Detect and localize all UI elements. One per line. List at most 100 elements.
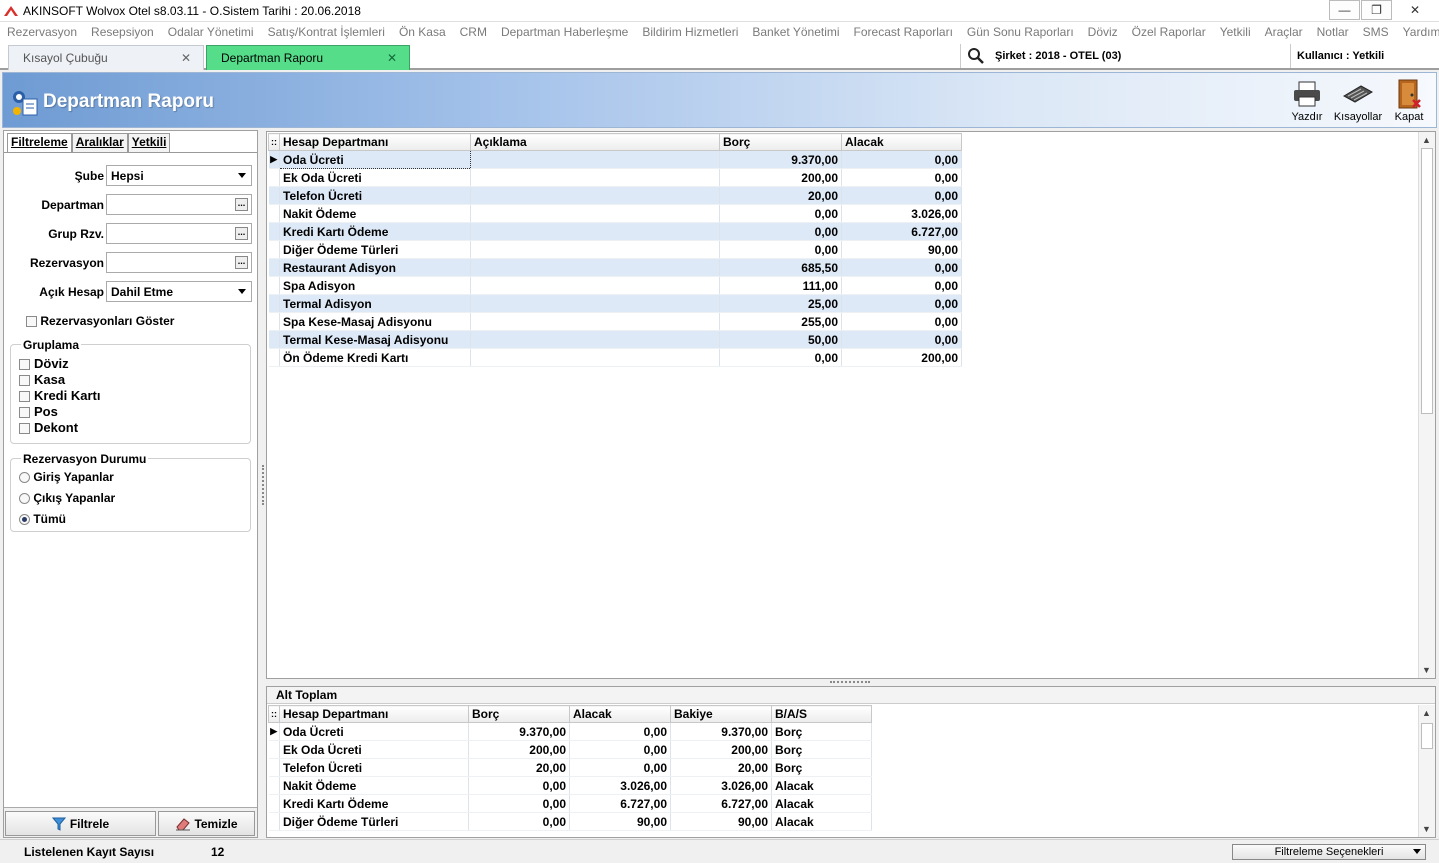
table-cell[interactable]: Borç [771,758,872,777]
table-cell[interactable]: 0,00 [569,740,671,759]
checkbox-box[interactable] [26,316,37,328]
menu-item[interactable]: Araçlar [1265,25,1303,39]
scrollbar-thumb[interactable] [1421,723,1433,749]
close-report-button[interactable]: Kapat [1385,77,1433,127]
table-cell[interactable] [470,204,720,223]
close-window-button[interactable]: ✕ [1393,0,1437,20]
table-cell[interactable] [470,168,720,187]
table-cell[interactable] [470,348,720,367]
table-cell[interactable]: 20,00 [468,758,570,777]
departman-input[interactable]: ... [106,194,252,215]
table-cell[interactable]: 0,00 [841,186,962,205]
table-cell[interactable]: 0,00 [719,240,842,259]
menu-item[interactable]: Forecast Raporları [854,25,953,39]
menu-item[interactable]: SMS [1363,25,1389,39]
table-cell[interactable]: 90,00 [841,240,962,259]
close-tab-icon[interactable]: ✕ [387,51,397,65]
column-header[interactable]: Alacak [841,133,962,151]
menu-item[interactable]: Özel Raporlar [1132,25,1206,39]
table-row[interactable]: Spa Adisyon 111,00 0,00 [268,276,962,295]
table-row[interactable]: Termal Kese-Masaj Adisyonu 50,00 0,00 [268,330,962,349]
menu-item[interactable]: Banket Yönetimi [752,25,839,39]
tab-araliklar[interactable]: Aralıklar [71,133,128,152]
table-cell[interactable]: 0,00 [719,348,842,367]
table-cell[interactable]: 111,00 [719,276,842,295]
menu-item[interactable]: Gün Sonu Raporları [967,25,1074,39]
table-cell[interactable]: 6.727,00 [569,794,671,813]
acik-hesap-select[interactable]: Dahil Etme [106,281,252,302]
column-header[interactable]: Borç [719,133,842,151]
menu-item[interactable]: Yetkili [1220,25,1251,39]
column-header[interactable]: Borç [468,705,570,723]
scroll-down-icon[interactable]: ▼ [1422,824,1431,834]
grid-corner[interactable]: :: [268,705,280,723]
ellipsis-icon[interactable]: ... [235,198,248,211]
table-cell[interactable]: 0,00 [841,168,962,187]
grouping-doviz[interactable]: Döviz [19,356,69,371]
table-cell[interactable]: 9.370,00 [719,150,842,169]
table-cell[interactable]: Oda Ücreti [279,150,471,169]
radio-button[interactable] [19,472,30,484]
table-row[interactable]: Telefon Ücreti 20,00 0,00 [268,186,962,205]
maximize-button[interactable]: ❐ [1361,0,1392,20]
tab-departman-raporu[interactable]: Departman Raporu ✕ [206,45,410,70]
table-cell[interactable]: 200,00 [670,740,772,759]
table-cell[interactable]: 9.370,00 [670,722,772,741]
table-cell[interactable]: 685,50 [719,258,842,277]
menu-item[interactable]: Rezervasyon [7,25,77,39]
table-cell[interactable]: Diğer Ödeme Türleri [279,240,471,259]
table-cell[interactable]: Alacak [771,812,872,831]
table-cell[interactable]: 0,00 [841,294,962,313]
menu-item[interactable]: CRM [460,25,487,39]
sube-select[interactable]: Hepsi [106,165,252,186]
table-cell[interactable]: 200,00 [841,348,962,367]
table-cell[interactable]: Borç [771,722,872,741]
table-cell[interactable]: Spa Adisyon [279,276,471,295]
table-cell[interactable]: 0,00 [841,150,962,169]
table-cell[interactable]: Kredi Kartı Ödeme [279,222,471,241]
table-cell[interactable]: 20,00 [670,758,772,777]
table-cell[interactable]: Oda Ücreti [279,722,469,741]
table-cell[interactable]: Diğer Ödeme Türleri [279,812,469,831]
column-header[interactable]: B/A/S [771,705,872,723]
menu-item[interactable]: Notlar [1317,25,1349,39]
scroll-up-icon[interactable]: ▲ [1422,708,1431,718]
table-cell[interactable]: Telefon Ücreti [279,758,469,777]
table-cell[interactable]: 0,00 [468,776,570,795]
ellipsis-icon[interactable]: ... [235,227,248,240]
table-cell[interactable]: Ön Ödeme Kredi Kartı [279,348,471,367]
table-row[interactable]: ▶ Oda Ücreti 9.370,00 0,00 9.370,00 Borç [268,722,872,741]
table-cell[interactable]: 0,00 [841,330,962,349]
column-header[interactable]: Alacak [569,705,671,723]
table-cell[interactable]: Ek Oda Ücreti [279,740,469,759]
menu-item[interactable]: Resepsiyon [91,25,154,39]
table-cell[interactable]: Ek Oda Ücreti [279,168,471,187]
table-cell[interactable]: 0,00 [719,222,842,241]
vertical-scrollbar[interactable]: ▲ ▼ [1418,132,1435,678]
column-header[interactable]: Açıklama [470,133,720,151]
table-cell[interactable] [470,294,720,313]
menu-item[interactable]: Ön Kasa [399,25,446,39]
table-row[interactable]: Ön Ödeme Kredi Kartı 0,00 200,00 [268,348,962,367]
menu-item[interactable]: Bildirim Hizmetleri [642,25,738,39]
table-cell[interactable]: 3.026,00 [841,204,962,223]
table-row[interactable]: ▶ Oda Ücreti 9.370,00 0,00 [268,150,962,169]
table-cell[interactable]: 3.026,00 [569,776,671,795]
menu-item[interactable]: Departman Haberleşme [501,25,628,39]
table-cell[interactable]: 200,00 [719,168,842,187]
table-cell[interactable]: 0,00 [719,204,842,223]
table-cell[interactable] [470,258,720,277]
shortcuts-button[interactable]: Kısayollar [1332,77,1384,127]
table-cell[interactable] [470,276,720,295]
menu-item[interactable]: Yardım [1403,25,1439,39]
ellipsis-icon[interactable]: ... [235,256,248,269]
table-cell[interactable]: Termal Adisyon [279,294,471,313]
table-row[interactable]: Diğer Ödeme Türleri 0,00 90,00 90,00 Alacak [268,812,872,831]
table-cell[interactable]: Nakit Ödeme [279,776,469,795]
checkbox-box[interactable] [19,359,30,371]
clear-button[interactable]: Temizle [158,811,255,836]
table-cell[interactable]: Alacak [771,776,872,795]
table-cell[interactable] [470,330,720,349]
checkbox-box[interactable] [19,375,30,387]
checkbox-box[interactable] [19,391,30,403]
